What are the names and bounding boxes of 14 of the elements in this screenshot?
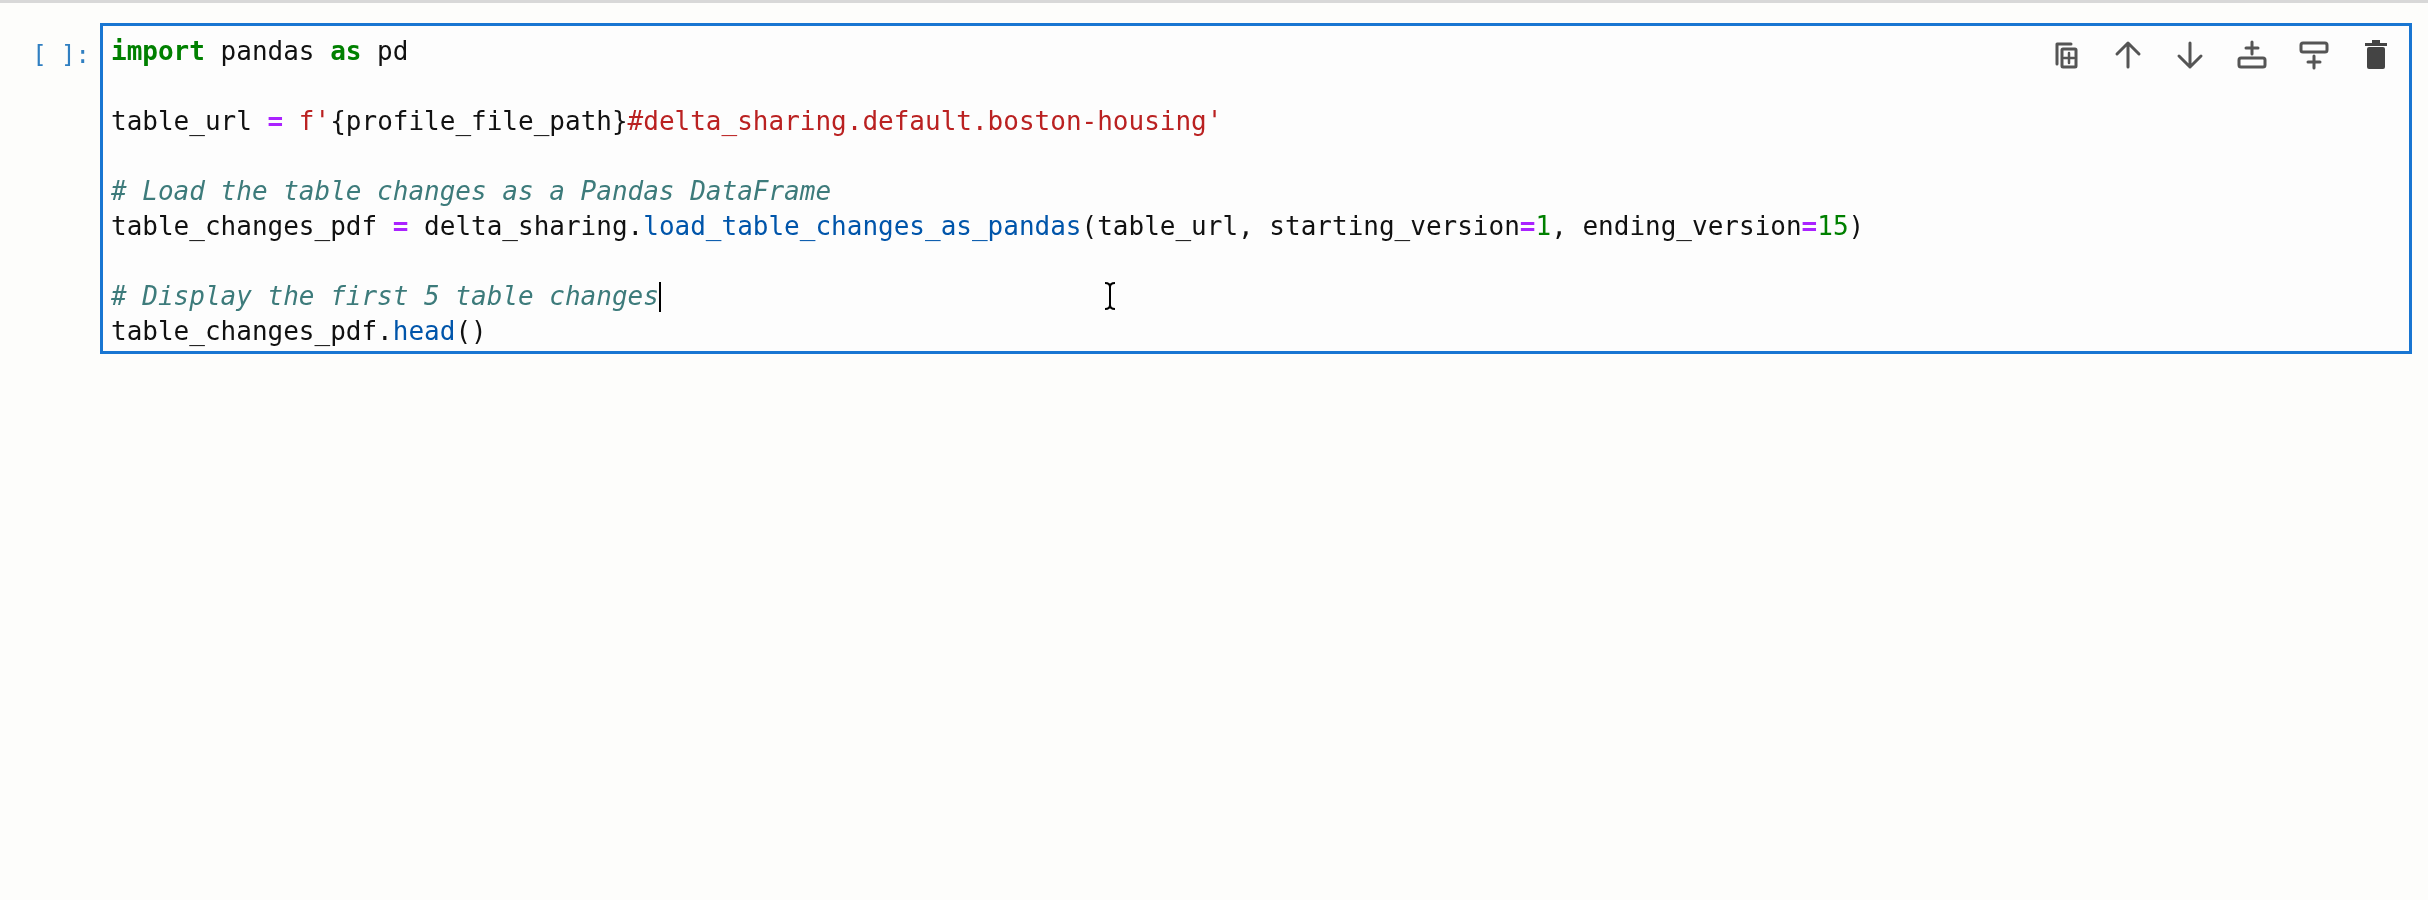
- text-cursor-icon: [1103, 281, 1117, 311]
- code-line: # Load the table changes as a Pandas DataFrame: [111, 175, 832, 208]
- arrow-up-icon: [2114, 40, 2142, 70]
- code-line: import pandas as pd: [111, 35, 409, 68]
- execution-prompt: [ ]:: [31, 40, 91, 71]
- arrow-down-icon: [2176, 40, 2204, 70]
- code-line: table_changes_pdf.head(): [111, 315, 487, 348]
- code-cell[interactable]: [100, 23, 2412, 354]
- code-line: table_changes_pdf = delta_sharing.load_table_changes_as_pandas(table_url, starting_version=1, ending_version=15): [111, 210, 1865, 243]
- insert-above-icon: [2237, 40, 2267, 70]
- code-line: # Display the first 5 table changes: [111, 280, 659, 313]
- insert-below-icon: [2299, 40, 2329, 70]
- code-line: table_url = f'{profile_file_path}#delta_sharing.default.boston-housing': [111, 105, 1223, 138]
- trash-icon: [2364, 40, 2388, 70]
